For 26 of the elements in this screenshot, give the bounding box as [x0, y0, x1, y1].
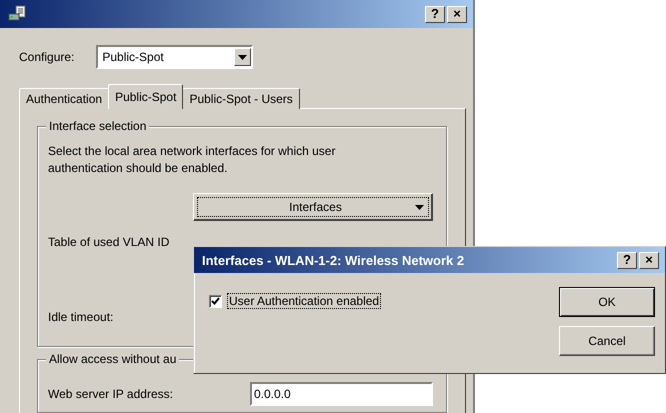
group-title: Interface selection — [46, 119, 150, 133]
configure-dropdown[interactable]: Public-Spot — [96, 45, 254, 69]
ip-address-label: Web server IP address: — [48, 387, 173, 401]
tab[interactable]: Public-Spot - Users — [182, 88, 300, 109]
dialog-title: Interfaces - WLAN-1-2: Wireless Network 2 — [202, 252, 464, 268]
ip-address-field[interactable]: 0.0.0.0 — [250, 382, 433, 406]
checkbox-label[interactable]: User Authentication enabled — [228, 294, 380, 308]
caret-icon — [238, 54, 248, 60]
cancel-button[interactable]: Cancel — [559, 326, 655, 356]
caret-icon — [415, 204, 424, 210]
configure-label: Configure: — [19, 50, 74, 64]
interfaces-button[interactable]: Interfaces — [193, 193, 433, 221]
ok-button[interactable]: OK — [559, 287, 655, 317]
group-title: Allow access without au — [46, 352, 180, 366]
help-button[interactable]: ? — [425, 6, 445, 22]
tab[interactable]: Public-Spot — [108, 84, 184, 109]
vlan-label: Table of used VLAN ID — [48, 235, 170, 249]
checkbox[interactable] — [209, 294, 222, 308]
network-device-icon — [8, 5, 26, 23]
close-button[interactable]: × — [639, 252, 659, 268]
dropdown-button[interactable] — [234, 48, 252, 66]
idle-timeout-label: Idle timeout: — [48, 310, 114, 324]
tab[interactable]: Authentication — [19, 88, 110, 109]
close-button[interactable]: × — [447, 6, 467, 22]
help-button[interactable]: ? — [617, 252, 637, 268]
description-text: Select the local area network interfaces for which user authentication should be enabled. — [48, 143, 336, 177]
